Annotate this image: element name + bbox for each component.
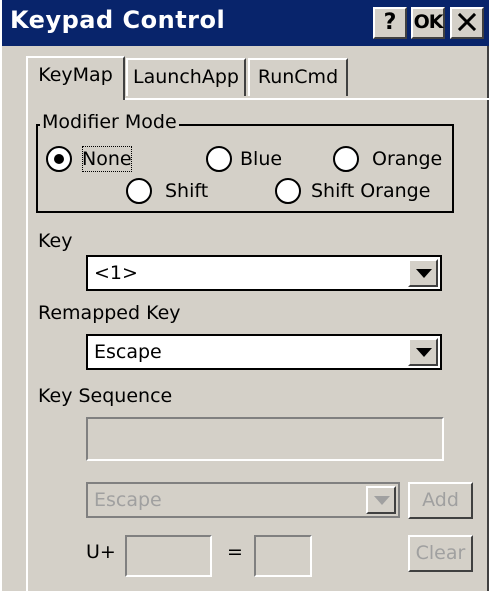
radio-circle [333, 146, 359, 172]
radio-circle [126, 178, 152, 204]
clear-button[interactable]: Clear [408, 535, 473, 572]
keypad-control-window: Keypad Control ? OK KeyMap LaunchApp Run… [0, 0, 489, 591]
radio-circle [46, 146, 72, 172]
title-bar: Keypad Control ? OK [2, 0, 489, 46]
key-sequence-dropdown-button[interactable] [366, 486, 396, 514]
window-title: Keypad Control [10, 6, 226, 34]
close-icon [457, 12, 477, 32]
tab-runcmd[interactable]: RunCmd [248, 58, 348, 96]
remapped-key-dropdown-button[interactable] [408, 338, 438, 366]
radio-circle [275, 178, 301, 204]
close-button[interactable] [450, 7, 484, 39]
radio-blue-label: Blue [240, 148, 283, 170]
radio-shift-orange-label: Shift Orange [311, 180, 431, 202]
tab-launchapp[interactable]: LaunchApp [126, 58, 246, 96]
remapped-key-select[interactable]: Escape [86, 334, 442, 370]
modifier-mode-legend: Modifier Mode [40, 111, 179, 133]
radio-shift-label: Shift [165, 180, 209, 202]
chevron-down-icon [374, 496, 390, 505]
ok-button[interactable]: OK [411, 7, 445, 39]
tab-keymap[interactable]: KeyMap [26, 56, 125, 100]
chevron-down-icon [416, 269, 432, 278]
add-button[interactable]: Add [408, 482, 473, 519]
key-sequence-select[interactable]: Escape [86, 482, 400, 518]
radio-selected-dot [54, 154, 64, 164]
radio-none-label: None [82, 146, 132, 172]
key-label: Key [38, 230, 73, 252]
key-select-dropdown-button[interactable] [408, 259, 438, 287]
radio-circle [206, 146, 232, 172]
unicode-char-field[interactable] [254, 535, 312, 577]
chevron-down-icon [416, 348, 432, 357]
key-select-value: <1> [94, 262, 138, 284]
help-button[interactable]: ? [373, 7, 407, 39]
unicode-prefix-label: U+ [86, 541, 116, 563]
equals-sign: = [227, 541, 243, 563]
key-sequence-label: Key Sequence [38, 385, 173, 407]
help-icon: ? [383, 10, 397, 35]
radio-orange-label: Orange [372, 148, 443, 170]
key-sequence-field[interactable] [86, 417, 444, 461]
unicode-code-field[interactable] [125, 535, 212, 577]
remapped-key-label: Remapped Key [38, 302, 181, 324]
remapped-key-select-value: Escape [94, 341, 162, 363]
key-select[interactable]: <1> [86, 255, 442, 291]
key-sequence-select-value: Escape [94, 489, 162, 511]
